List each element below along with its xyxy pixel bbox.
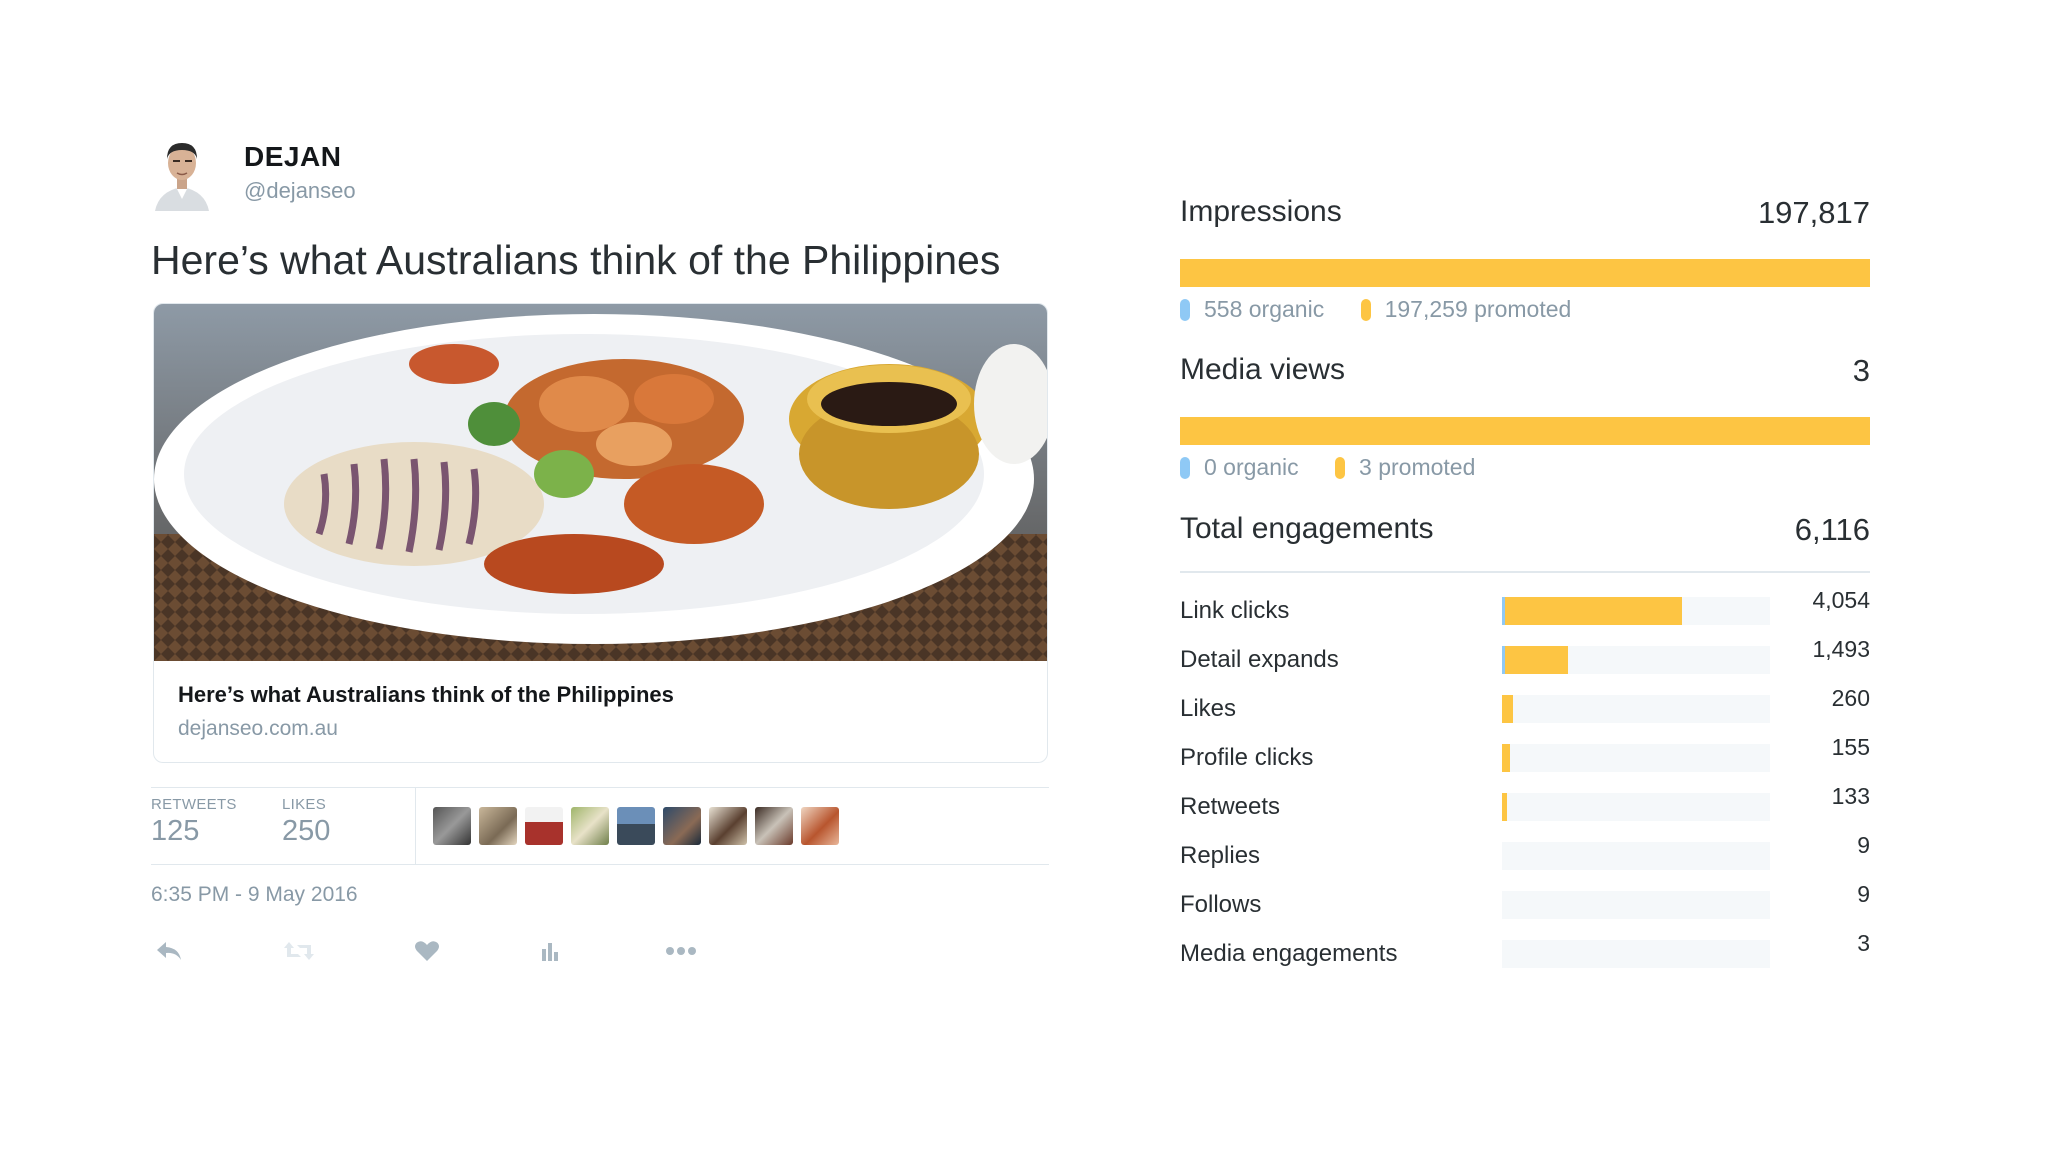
engagement-organic-marker <box>1502 646 1505 674</box>
engagement-label: Retweets <box>1180 793 1281 820</box>
engagement-bar-fill <box>1502 744 1511 772</box>
engagement-value: 133 <box>1831 783 1870 809</box>
liker-avatar[interactable] <box>479 807 517 845</box>
engagement-row-replies: Replies 9 <box>1180 832 1870 872</box>
impressions-value: 197,817 <box>1757 195 1870 230</box>
engagement-bar-track <box>1502 793 1770 821</box>
engagement-bar-track <box>1502 891 1770 919</box>
retweets-count: 125 <box>151 815 200 847</box>
tweet-stats: RETWEETS 125 LIKES 250 <box>151 787 1049 865</box>
engagement-label: Likes <box>1180 695 1237 722</box>
organic-marker-icon <box>1180 456 1190 479</box>
liker-avatar[interactable] <box>755 807 793 845</box>
media-views-organic: 0 organic <box>1204 454 1299 480</box>
engagement-row-likes: Likes 260 <box>1180 685 1870 725</box>
media-views-promoted: 3 promoted <box>1359 454 1476 480</box>
engagement-bar-fill <box>1502 695 1514 723</box>
tweet-text: Here’s what Australians think of the Phi… <box>151 237 1001 283</box>
author-handle[interactable]: @dejanseo <box>244 178 356 204</box>
avatar[interactable] <box>151 133 213 211</box>
card-title[interactable]: Here’s what Australians think of the Phi… <box>178 682 674 708</box>
engagements-divider <box>1180 571 1870 573</box>
retweet-icon[interactable] <box>281 933 317 969</box>
link-card[interactable]: Here’s what Australians think of the Phi… <box>153 303 1048 763</box>
engagement-bar-fill <box>1502 646 1568 674</box>
engagement-label: Follows <box>1180 891 1262 918</box>
liker-avatar[interactable] <box>525 807 563 845</box>
tweet: DEJAN @dejanseo Here’s what Australians … <box>151 133 1049 961</box>
engagement-row-follows: Follows 9 <box>1180 881 1870 921</box>
promoted-marker-icon <box>1335 456 1346 479</box>
engagement-value: 1,493 <box>1812 636 1870 662</box>
engagement-bar-fill <box>1502 793 1508 821</box>
impressions-label: Impressions <box>1180 195 1342 228</box>
engagement-row-link-clicks: Link clicks 4,054 <box>1180 587 1870 627</box>
promoted-marker-icon <box>1360 298 1371 321</box>
engagement-value: 155 <box>1831 734 1870 760</box>
liker-avatar[interactable] <box>709 807 747 845</box>
likes-label: LIKES <box>282 796 327 813</box>
liker-avatar[interactable] <box>663 807 701 845</box>
legend-promoted: 197,259 promoted <box>1360 296 1572 323</box>
legend-organic: 0 organic <box>1180 454 1299 481</box>
engagement-label: Detail expands <box>1180 646 1339 673</box>
engagement-bar-track <box>1502 940 1770 968</box>
engagement-bar-track <box>1502 597 1770 625</box>
engagement-row-media-engagements: Media engagements 3 <box>1180 930 1870 970</box>
reply-icon[interactable] <box>151 933 187 969</box>
media-views-legend: 0 organic 3 promoted <box>1180 454 1505 484</box>
likes-count: 250 <box>282 815 331 847</box>
legend-organic: 558 organic <box>1180 296 1324 323</box>
impressions-organic: 558 organic <box>1204 296 1325 322</box>
tweet-header: DEJAN @dejanseo <box>151 133 1049 213</box>
liker-avatar[interactable] <box>617 807 655 845</box>
likers-avatars <box>433 807 839 845</box>
stats-divider <box>415 788 416 864</box>
engagement-value: 9 <box>1857 881 1870 907</box>
liker-avatar[interactable] <box>433 807 471 845</box>
analytics-icon[interactable] <box>532 933 568 969</box>
card-domain[interactable]: dejanseo.com.au <box>178 717 338 741</box>
engagement-row-detail-expands: Detail expands 1,493 <box>1180 636 1870 676</box>
legend-promoted: 3 promoted <box>1335 454 1475 481</box>
card-image <box>154 304 1047 661</box>
engagements-value: 6,116 <box>1794 512 1870 547</box>
engagement-label: Replies <box>1180 842 1261 869</box>
tweet-timestamp[interactable]: 6:35 PM - 9 May 2016 <box>151 883 358 907</box>
likes-stat[interactable]: LIKES 250 <box>282 796 330 848</box>
author-name[interactable]: DEJAN <box>244 141 341 173</box>
retweets-label: RETWEETS <box>151 796 237 813</box>
tweet-actions <box>151 933 751 973</box>
engagement-bar-fill <box>1502 597 1682 625</box>
media-views-label: Media views <box>1180 353 1346 386</box>
impressions-legend: 558 organic 197,259 promoted <box>1180 296 1601 326</box>
engagement-label: Profile clicks <box>1180 744 1314 771</box>
impressions-promoted: 197,259 promoted <box>1384 296 1572 322</box>
impressions-bar <box>1180 259 1870 287</box>
engagement-bar-track <box>1502 744 1770 772</box>
liker-avatar[interactable] <box>801 807 839 845</box>
engagement-row-profile-clicks: Profile clicks 155 <box>1180 734 1870 774</box>
engagement-value: 3 <box>1857 930 1870 956</box>
engagement-bar-track <box>1502 695 1770 723</box>
engagements-label: Total engagements <box>1180 512 1434 545</box>
engagement-value: 4,054 <box>1812 587 1870 613</box>
media-views-value: 3 <box>1852 353 1870 388</box>
organic-marker-icon <box>1180 298 1190 321</box>
engagement-label: Media engagements <box>1180 940 1398 967</box>
more-icon[interactable] <box>663 933 699 969</box>
engagement-organic-marker <box>1502 597 1505 625</box>
engagement-value: 260 <box>1831 685 1870 711</box>
heart-icon[interactable] <box>409 933 445 969</box>
liker-avatar[interactable] <box>571 807 609 845</box>
retweets-stat[interactable]: RETWEETS 125 <box>151 796 237 848</box>
engagement-value: 9 <box>1857 832 1870 858</box>
engagement-bar-track <box>1502 842 1770 870</box>
engagement-row-retweets: Retweets 133 <box>1180 783 1870 823</box>
engagement-bar-track <box>1502 646 1770 674</box>
media-views-bar <box>1180 417 1870 445</box>
engagement-label: Link clicks <box>1180 597 1290 624</box>
